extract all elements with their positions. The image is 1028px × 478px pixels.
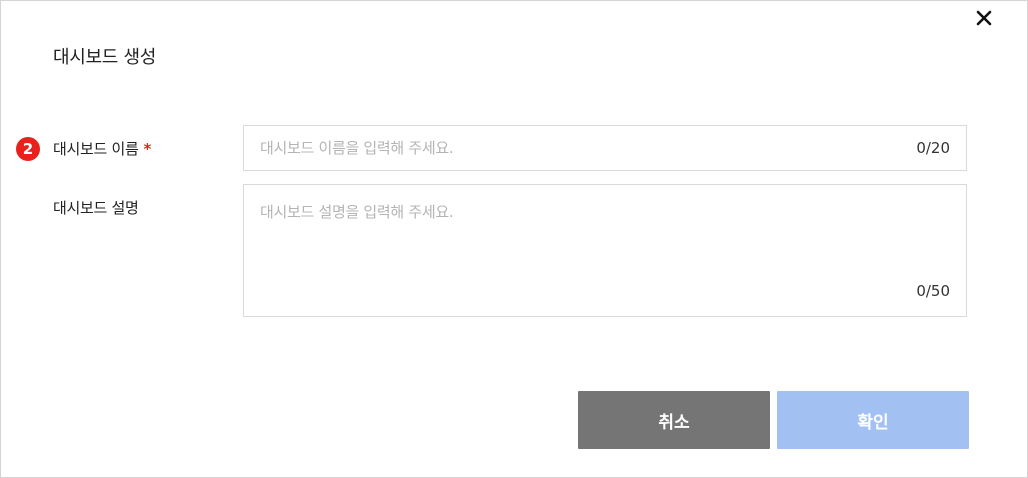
close-icon <box>976 10 992 26</box>
dashboard-name-label: 대시보드 이름 * <box>53 138 151 159</box>
cancel-button[interactable]: 취소 <box>578 391 770 449</box>
dashboard-name-counter: 0/20 <box>916 139 950 157</box>
dashboard-name-label-text: 대시보드 이름 <box>53 140 139 158</box>
step-number-badge: 2 <box>16 137 40 161</box>
create-dashboard-dialog: 대시보드 생성 2 대시보드 이름* 0/20 대시보드 설명 0/50 취소 … <box>0 0 1028 478</box>
dashboard-description-counter: 0/50 <box>916 282 950 300</box>
dashboard-description-label: 대시보드 설명 <box>53 199 139 217</box>
dashboard-name-input[interactable] <box>244 126 880 170</box>
dashboard-description-input[interactable] <box>244 185 950 281</box>
dashboard-name-field: 0/20 <box>243 125 967 171</box>
dialog-title: 대시보드 생성 <box>53 47 156 68</box>
close-button[interactable] <box>973 7 995 29</box>
dashboard-description-field: 0/50 <box>243 184 967 317</box>
confirm-button[interactable]: 확인 <box>777 391 969 449</box>
required-mark: * <box>143 140 152 158</box>
